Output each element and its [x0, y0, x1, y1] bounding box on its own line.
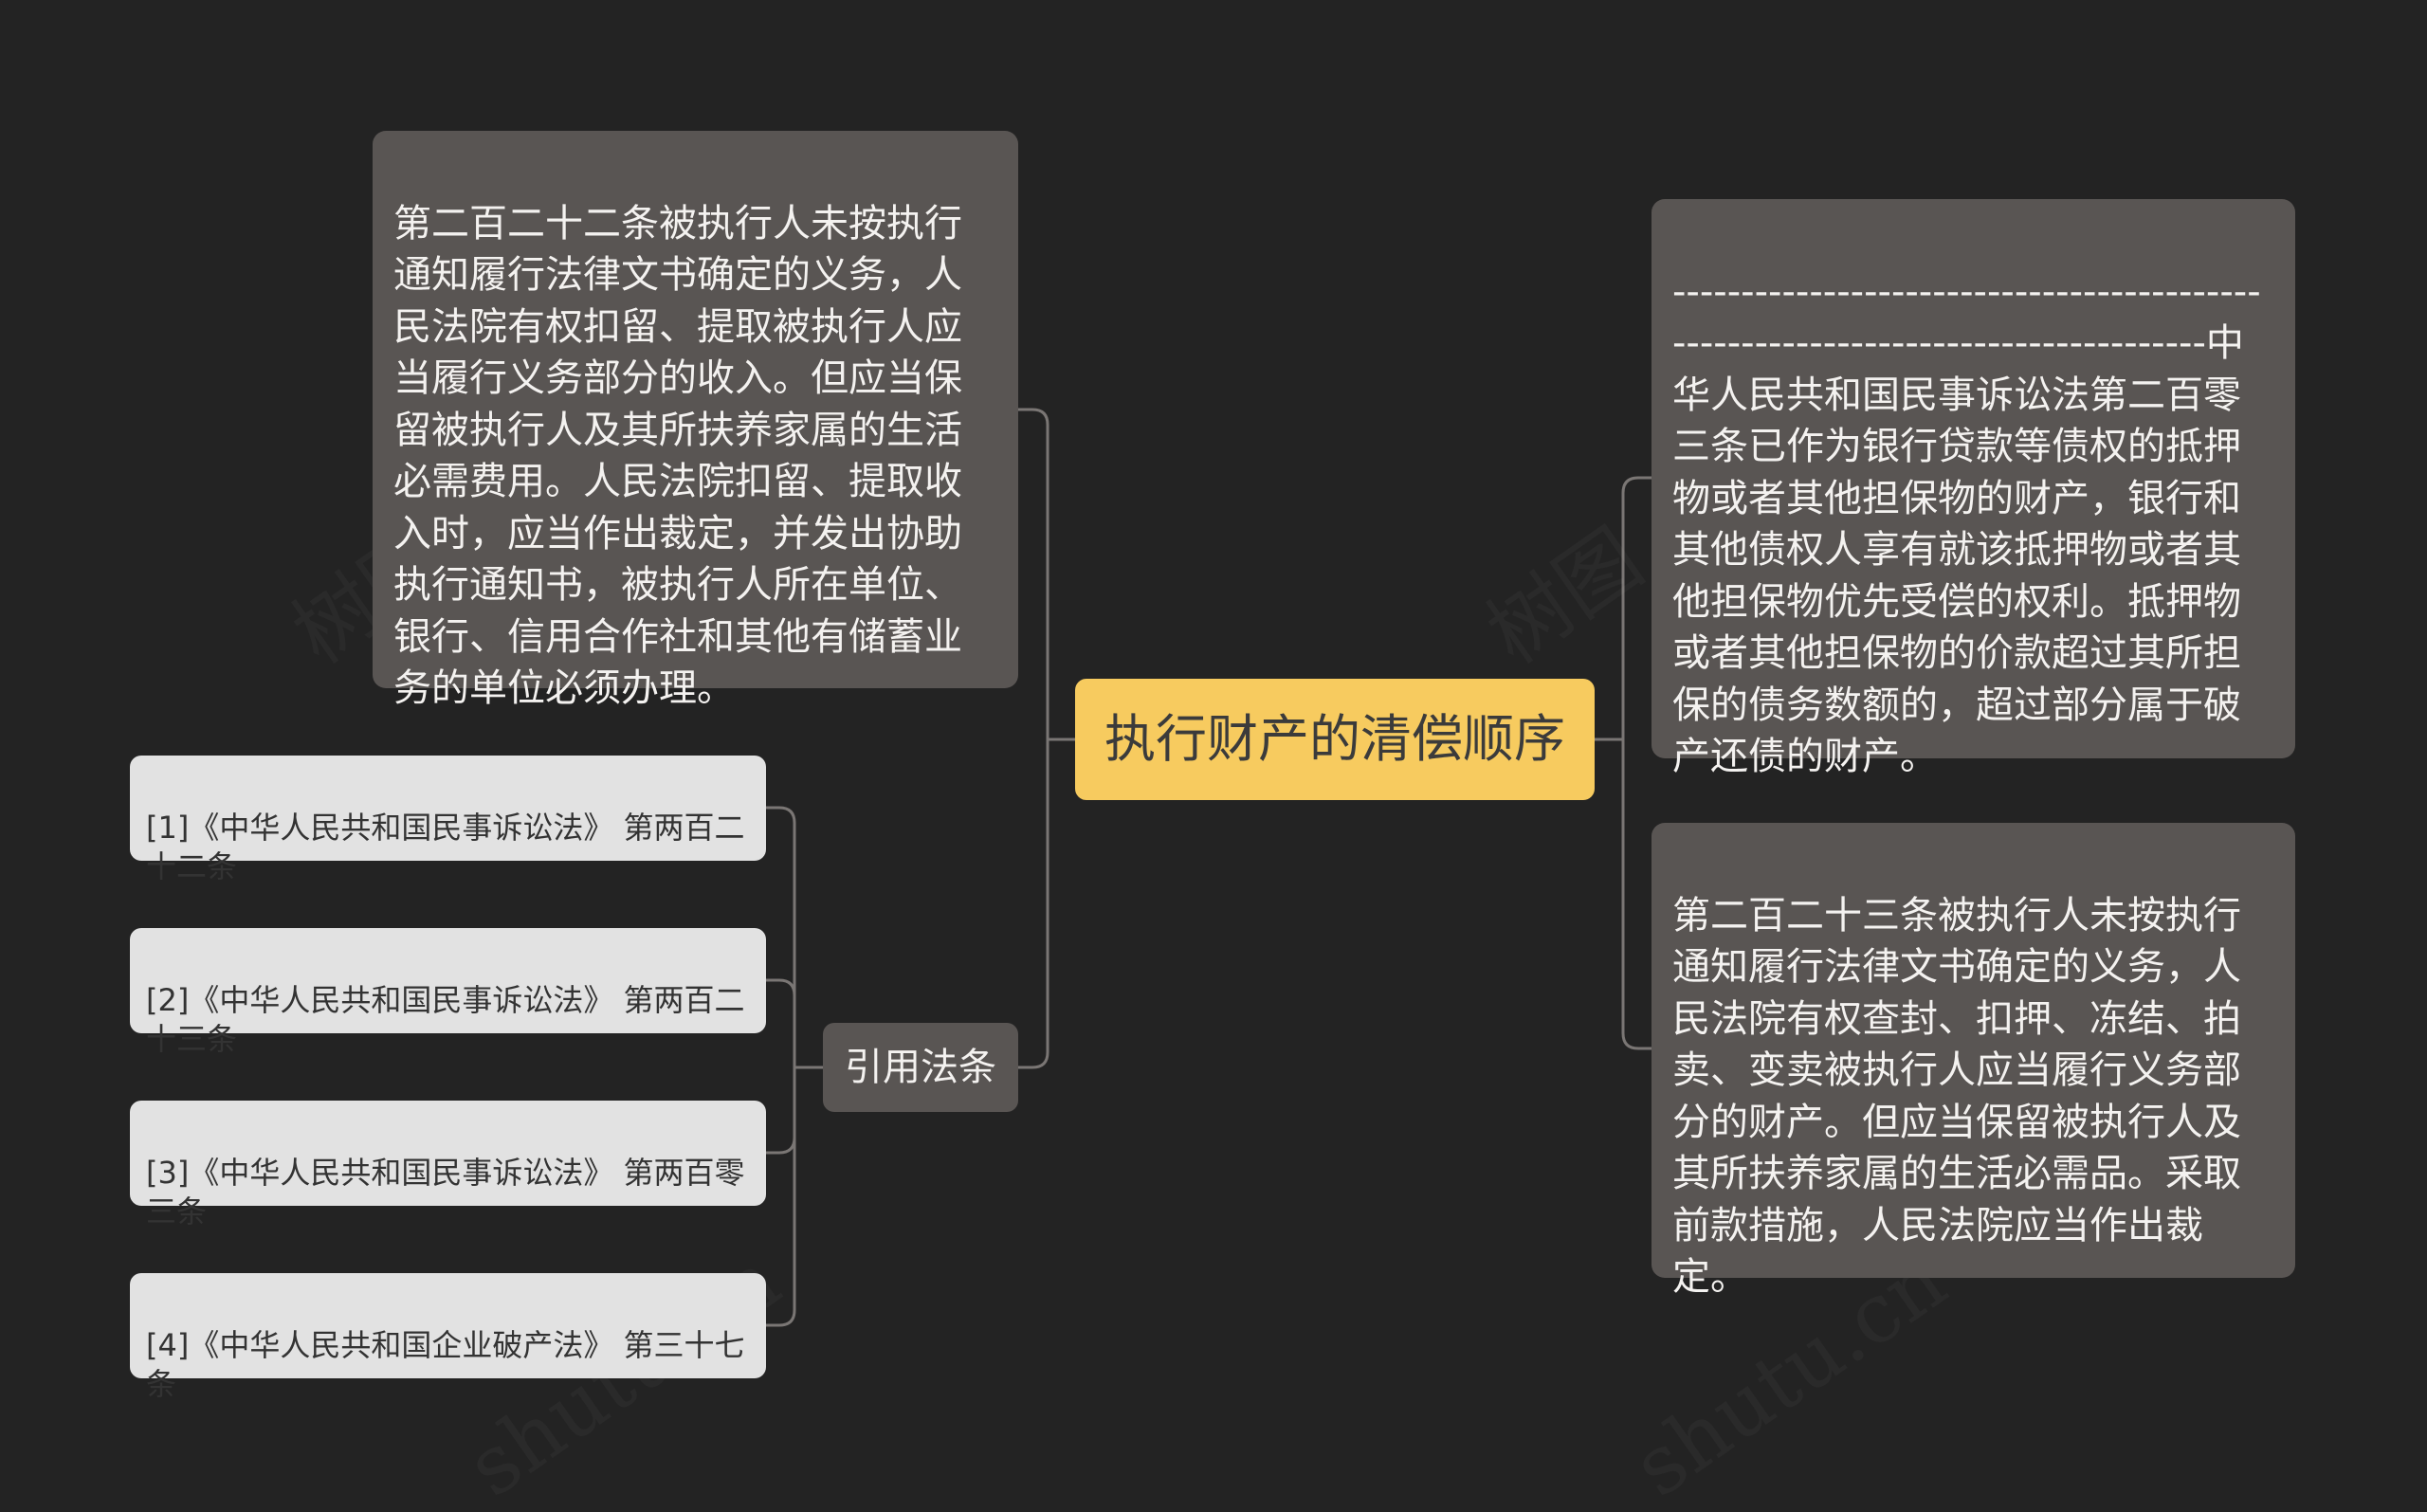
left-top-node-text: 第二百二十二条被执行人未按执行通知履行法律文书确定的义务，人民法院有权扣留、提取… — [393, 201, 962, 711]
citations-label: 引用法条 — [845, 1046, 996, 1089]
connector-citations — [766, 806, 823, 1327]
connector-root-left — [1018, 408, 1075, 1069]
right-node-text: 第二百二十三条被执行人未按执行通知履行法律文书确定的义务，人民法院有权查封、扣押… — [1672, 893, 2241, 1300]
citation-item-4[interactable]: [4]《中华人民共和国企业破产法》 第三十七条 — [130, 1273, 766, 1402]
right-node-2[interactable]: 第二百二十三条被执行人未按执行通知履行法律文书确定的义务，人民法院有权查封、扣押… — [1651, 823, 2295, 1299]
citation-item-2[interactable]: [2]《中华人民共和国民事诉讼法》 第两百二十三条 — [130, 928, 766, 1057]
left-top-node[interactable]: 第二百二十二条被执行人未按执行通知履行法律文书确定的义务，人民法院有权扣留、提取… — [373, 131, 1018, 710]
citation-item-1[interactable]: [1]《中华人民共和国民事诉讼法》 第两百二十二条 — [130, 756, 766, 884]
connector-root-right — [1595, 476, 1651, 1050]
mind-map-canvas: 树图 树图 shutu.cn shutu.cn 第二百二十二条被执行人未按执行通… — [0, 0, 2427, 1512]
citation-item-3[interactable]: [3]《中华人民共和国民事诉讼法》 第两百零三条 — [130, 1101, 766, 1230]
right-node-1[interactable]: ----------------------------------------… — [1651, 199, 2295, 778]
citations-branch-node[interactable]: 引用法条 — [823, 1023, 1018, 1112]
root-node[interactable]: 执行财产的清偿顺序 — [1075, 679, 1595, 800]
root-title: 执行财产的清偿顺序 — [1104, 709, 1565, 769]
right-node-text: ----------------------------------------… — [1672, 269, 2261, 779]
